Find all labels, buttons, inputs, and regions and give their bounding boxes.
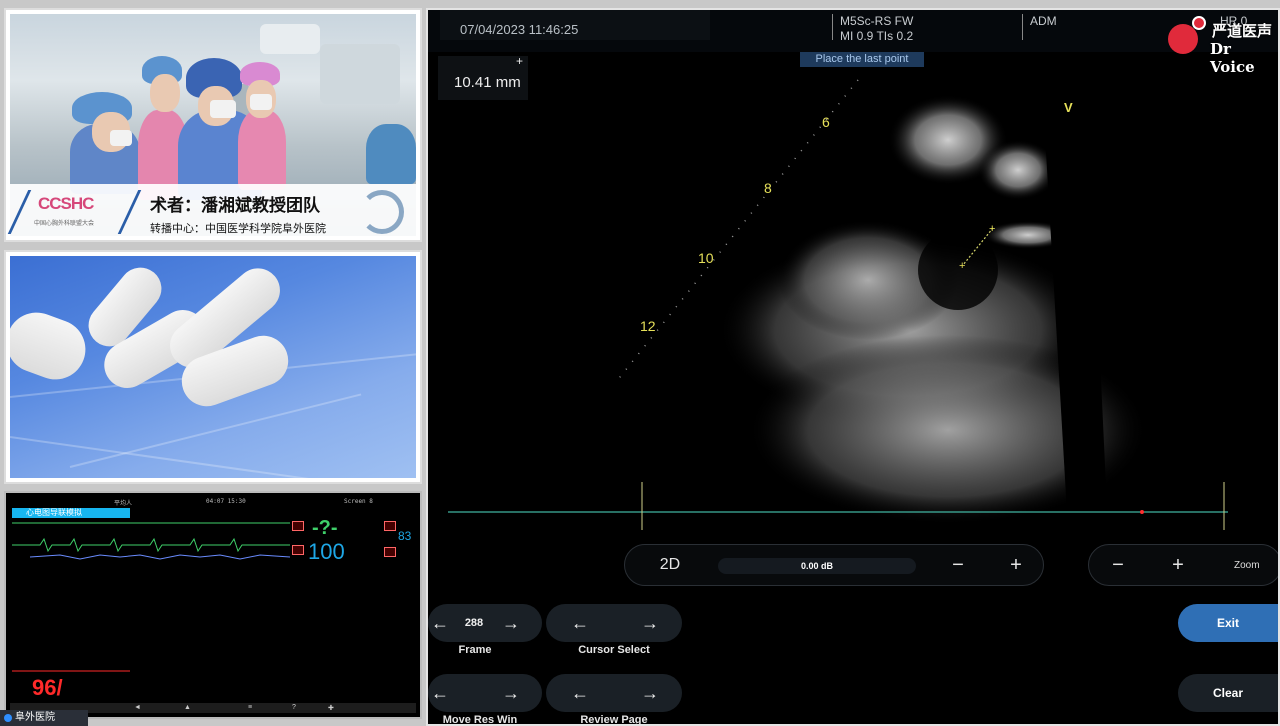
surgeon-title: 术者：潘湘斌教授团队 [150,196,320,216]
alarm-icon [384,521,396,531]
monitor-screen: 平均人 04:07 15:30 Screen 8 心电图导联模拟 -?- 100… [10,497,416,713]
pulse-value: 83 [398,529,412,543]
alarm-icon [384,547,396,557]
review-next-button[interactable]: → [630,674,670,712]
mode-2d-button[interactable]: 2D [640,544,700,586]
swirl-logo-icon [360,190,404,234]
spo2-value: 100 [308,539,345,564]
or-camera-feed: CCSHC 中国心胸外科联盟大会 术者：潘湘斌教授团队 转播中心：中国医学科学院… [4,8,422,242]
monitor-time: 04:07 15:30 [206,498,246,505]
ccshc-subtitle: 中国心胸外科联盟大会 [34,221,95,227]
depth-mark: 10 [698,250,714,266]
depth-mark: 12 [640,318,656,334]
cursor-next-button[interactable]: → [630,604,670,642]
frame-next-button[interactable]: → [496,604,526,642]
frame-prev-button[interactable]: ← [428,604,452,642]
alarm-icon [292,521,304,531]
participant-tag[interactable]: 阜外医院 [0,710,88,726]
monitor-softkey: ? [292,704,296,711]
zoom-minus-button[interactable]: − [1098,544,1138,586]
echo-image: + + [448,79,1228,530]
broadcast-caption: CCSHC 中国心胸外科联盟大会 术者：潘湘斌教授团队 转播中心：中国医学科学院… [7,184,416,240]
abp-value: 96/ [32,675,63,700]
monitor-softkey: ◄ [134,704,141,711]
cursor-select-label: Cursor Select [578,644,650,656]
zoom-plus-button[interactable]: + [1158,544,1198,586]
gain-slider[interactable]: 0.00 dB [718,558,916,574]
surgical-field-feed [4,250,422,484]
drape-scene-image [10,256,416,478]
monitor-softkey: ▲ [184,704,191,711]
move-res-label: Move Res Win [442,714,518,726]
depth-mark: 8 [764,180,772,196]
monitor-softkey: ≡ [248,704,253,711]
svg-text:+: + [989,223,995,235]
v-marker: V [1064,100,1073,115]
patient-monitor-feed: 平均人 04:07 15:30 Screen 8 心电图导联模拟 -?- 100… [4,491,422,719]
monitor-screen-label: Screen 8 [344,498,373,505]
ccshc-logo: CCSHC [38,194,94,213]
user-icon [4,714,12,722]
monitor-status-bar: 平均人 04:07 15:30 Screen 8 [10,497,416,507]
monitor-softkey: ✚ [328,705,334,712]
zoom-label: Zoom [1234,560,1260,571]
move-res-prev-button[interactable]: ← [428,674,452,712]
frame-value: 288 [464,617,484,629]
hr-value: -?- [312,517,338,539]
review-page-label: Review Page [580,714,648,726]
frame-label: Frame [458,644,492,656]
gain-minus-button[interactable]: − [938,544,978,586]
cursor-prev-button[interactable]: ← [560,604,600,642]
echo-ultrasound-screen: 07/04/2023 11:46:25 M5Sc-RS FW MI 0.9 TI… [426,8,1280,726]
svg-text:+: + [959,260,965,272]
review-prev-button[interactable]: ← [560,674,600,712]
monitor-bed-label: 平均人 [114,500,133,507]
gain-plus-button[interactable]: + [996,544,1036,586]
participant-name: 阜外医院 [15,712,55,723]
broadcast-center: 转播中心：中国医学科学院阜外医院 [150,222,326,235]
ecg-waveform [12,522,291,560]
depth-mark: 6 [822,114,830,130]
clear-button[interactable]: Clear [1178,674,1278,712]
exit-button[interactable]: Exit [1178,604,1278,642]
alarm-icon [292,545,304,555]
move-res-next-button[interactable]: → [496,674,526,712]
